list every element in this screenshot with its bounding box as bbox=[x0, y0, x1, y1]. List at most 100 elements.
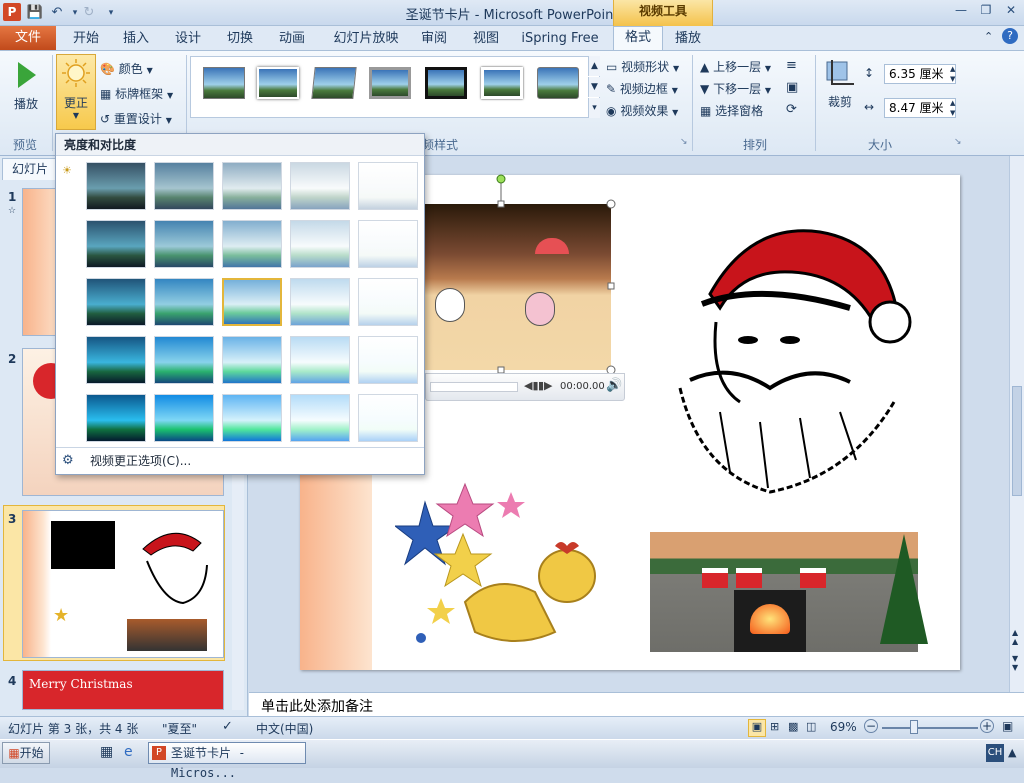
width-input[interactable]: 8.47 厘米 bbox=[884, 98, 956, 118]
brightness-contrast-option[interactable] bbox=[358, 278, 418, 326]
slideshow-view-icon[interactable]: ◫ bbox=[806, 720, 816, 733]
tab-transitions[interactable]: 切换 bbox=[218, 29, 262, 49]
spellcheck-icon[interactable]: ✓ bbox=[222, 719, 233, 734]
video-styles-gallery[interactable] bbox=[190, 56, 600, 118]
video-shape-button[interactable]: ▭ 视频形状 ▼ bbox=[606, 58, 679, 75]
poster-frame-button[interactable]: ▦ 标牌框架 ▼ bbox=[100, 85, 173, 102]
brightness-contrast-option[interactable] bbox=[154, 278, 214, 326]
step-back-icon[interactable]: ◀▮ bbox=[524, 379, 539, 392]
dialog-launcher-icon[interactable]: ↘ bbox=[680, 137, 688, 147]
volume-icon[interactable]: 🔊 bbox=[606, 378, 622, 393]
brightness-contrast-option[interactable] bbox=[358, 394, 418, 442]
scroll-thumb[interactable] bbox=[1012, 386, 1022, 496]
help-icon[interactable]: ? bbox=[1002, 28, 1018, 44]
language-indicator[interactable]: 中文(中国) bbox=[256, 720, 313, 737]
video-corrections-options[interactable]: ⚙ 视频更正选项(C)... bbox=[56, 447, 424, 473]
video-border-button[interactable]: ✎ 视频边框 ▼ bbox=[606, 80, 678, 97]
show-desktop-icon[interactable]: ▦ bbox=[100, 744, 113, 760]
minimize-ribbon-icon[interactable]: ⌃ bbox=[984, 30, 993, 43]
taskbar-powerpoint-item[interactable]: P 圣诞节卡片 - Micros... bbox=[148, 742, 306, 780]
bring-forward-button[interactable]: ▲ 上移一层 ▼ bbox=[700, 58, 771, 75]
zoom-level[interactable]: 69% bbox=[830, 720, 857, 734]
save-icon[interactable]: 💾 bbox=[26, 4, 44, 22]
brightness-contrast-option[interactable] bbox=[86, 336, 146, 384]
brightness-contrast-option[interactable] bbox=[154, 220, 214, 268]
fit-slide-icon[interactable]: ▣ bbox=[1002, 719, 1013, 733]
tab-ispring[interactable]: iSpring Free bbox=[520, 29, 600, 49]
fireplace-image[interactable] bbox=[650, 532, 928, 652]
play-button[interactable]: 播放 bbox=[6, 58, 46, 128]
video-style-thumb[interactable] bbox=[481, 67, 523, 99]
slide-thumbnail-4[interactable]: Merry Christmas bbox=[22, 670, 224, 710]
video-style-thumb[interactable] bbox=[257, 67, 299, 99]
normal-view-icon[interactable]: ▣ bbox=[748, 719, 766, 737]
tab-format[interactable]: 格式 bbox=[613, 26, 663, 52]
video-style-thumb[interactable] bbox=[425, 67, 467, 99]
video-style-thumb[interactable] bbox=[311, 67, 357, 99]
tab-review[interactable]: 审阅 bbox=[414, 29, 454, 49]
zoom-out-icon[interactable]: − bbox=[864, 719, 878, 733]
vertical-scrollbar[interactable]: ▲ ▲ ▼ ▼ bbox=[1009, 156, 1024, 692]
video-effect-button[interactable]: ◉ 视频效果 ▼ bbox=[606, 102, 678, 119]
brightness-contrast-option[interactable] bbox=[290, 336, 350, 384]
brightness-contrast-option[interactable] bbox=[222, 278, 282, 326]
reset-design-button[interactable]: ↺ 重置设计 ▼ bbox=[100, 110, 172, 127]
customize-qat-icon[interactable]: ▾ bbox=[102, 4, 120, 22]
rotate-icon[interactable]: ⟳ bbox=[786, 102, 797, 117]
gallery-scroll-down-icon[interactable]: ▼ bbox=[588, 77, 600, 97]
brightness-contrast-option[interactable] bbox=[290, 394, 350, 442]
tray-icon[interactable]: ▲ bbox=[1008, 746, 1016, 759]
tab-animations[interactable]: 动画 bbox=[270, 29, 314, 49]
corrections-button[interactable]: 更正 ▼ bbox=[56, 54, 96, 130]
slide-sorter-icon[interactable]: ⊞ bbox=[770, 720, 779, 733]
brightness-contrast-option[interactable] bbox=[290, 162, 350, 210]
brightness-contrast-option[interactable] bbox=[222, 220, 282, 268]
start-button[interactable]: ▦开始 bbox=[2, 742, 50, 764]
tab-home[interactable]: 开始 bbox=[64, 29, 108, 49]
brightness-contrast-option[interactable] bbox=[154, 162, 214, 210]
video-control-bar[interactable]: ◀▮ ▮▶ 00:00.00 🔊 bbox=[425, 373, 625, 401]
brightness-contrast-option[interactable] bbox=[222, 162, 282, 210]
tab-design[interactable]: 设计 bbox=[166, 29, 210, 49]
tab-view[interactable]: 视图 bbox=[466, 29, 506, 49]
santa-image[interactable] bbox=[650, 212, 920, 496]
brightness-contrast-option[interactable] bbox=[222, 394, 282, 442]
reading-view-icon[interactable]: ▩ bbox=[788, 720, 798, 733]
brightness-contrast-option[interactable] bbox=[290, 220, 350, 268]
zoom-slider-track[interactable] bbox=[882, 727, 978, 729]
slide-thumbnail-3[interactable]: ★ bbox=[22, 510, 224, 658]
brightness-contrast-option[interactable] bbox=[154, 394, 214, 442]
brightness-contrast-option[interactable] bbox=[358, 336, 418, 384]
height-spinner-icon[interactable]: ▲ ▼ bbox=[950, 64, 955, 84]
gallery-scroll-up-icon[interactable]: ▲ bbox=[588, 56, 600, 76]
brightness-contrast-option[interactable] bbox=[86, 220, 146, 268]
color-button[interactable]: 🎨 颜色 ▼ bbox=[100, 60, 153, 77]
powerpoint-logo-icon[interactable]: P bbox=[3, 3, 21, 21]
previous-slide-icon[interactable]: ▲ ▲ bbox=[1012, 628, 1018, 646]
brightness-contrast-option[interactable] bbox=[154, 336, 214, 384]
tab-slideshow[interactable]: 幻灯片放映 bbox=[330, 29, 402, 49]
brightness-contrast-option[interactable] bbox=[86, 278, 146, 326]
send-backward-button[interactable]: ▼ 下移一层 ▼ bbox=[700, 80, 771, 97]
gallery-more-icon[interactable]: ▾ bbox=[588, 98, 600, 118]
internet-explorer-icon[interactable]: e bbox=[124, 744, 133, 760]
step-forward-icon[interactable]: ▮▶ bbox=[538, 379, 553, 392]
brightness-contrast-option[interactable] bbox=[358, 220, 418, 268]
crop-button[interactable]: 裁剪 bbox=[822, 58, 858, 124]
selection-pane-button[interactable]: ▦ 选择窗格 bbox=[700, 102, 763, 119]
height-input[interactable]: 6.35 厘米 bbox=[884, 64, 956, 84]
brightness-contrast-option[interactable] bbox=[222, 336, 282, 384]
ime-indicator[interactable]: CH bbox=[986, 744, 1004, 762]
align-icon[interactable]: ≡ bbox=[786, 58, 797, 73]
selection-handles[interactable] bbox=[420, 172, 620, 377]
brightness-contrast-option[interactable] bbox=[290, 278, 350, 326]
video-style-thumb[interactable] bbox=[369, 67, 411, 99]
stars-gift-image[interactable] bbox=[395, 482, 605, 652]
undo-icon[interactable]: ↶ bbox=[48, 4, 66, 22]
tab-file[interactable]: 文件 bbox=[0, 26, 56, 50]
video-style-thumb[interactable] bbox=[203, 67, 245, 99]
width-spinner-icon[interactable]: ▲ ▼ bbox=[950, 98, 955, 118]
restore-icon[interactable]: ❐ bbox=[975, 2, 997, 18]
redo-icon[interactable]: ↻ bbox=[80, 4, 98, 22]
brightness-contrast-option[interactable] bbox=[358, 162, 418, 210]
